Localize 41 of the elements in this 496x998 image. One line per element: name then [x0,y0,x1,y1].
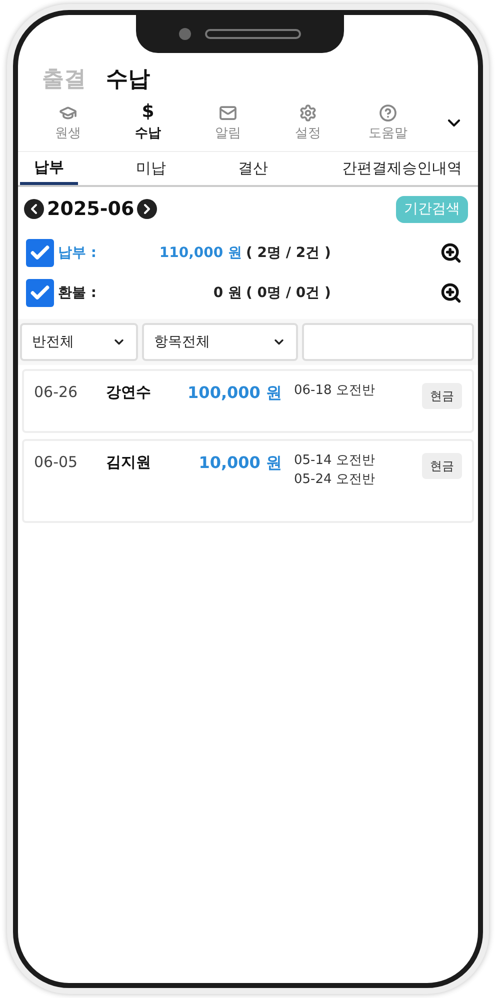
nav-item[interactable]: 설정 [268,104,348,143]
previous-button[interactable] [24,199,44,219]
month-label: 2025-06 [47,196,134,222]
student-name: 김지원 [106,452,152,473]
zoom-in-icon[interactable] [440,242,462,264]
payment-date: 06-26 [34,382,79,403]
summary-label: 환불 : [58,284,98,302]
summary-amount: 110,000 원 [158,244,242,262]
summary-amount: 0 원 [212,284,242,302]
method-badge: 현금 [422,453,462,479]
zoom-in-icon[interactable] [440,282,462,304]
nav-item[interactable]: $ 수납 [108,102,188,143]
sub-tab[interactable]: 결산 [224,152,282,185]
item-select[interactable]: 항목전체 [142,323,298,361]
help-icon [379,104,397,122]
payment-date: 06-05 [34,452,79,473]
class-select[interactable]: 반전체 [20,323,138,361]
payment-item: 05-24 오전반 [294,471,376,489]
method-badge: 현금 [422,383,462,409]
checkbox[interactable] [26,279,54,307]
summary-counts: ( 2명 / 2건 ) [246,244,331,262]
student-name: 강연수 [106,382,152,403]
summary-counts: ( 0명 / 0건 ) [246,284,331,302]
sub-tab[interactable]: 납부 [20,152,78,185]
sub-tab[interactable]: 간편결제승인내역 [328,152,476,185]
dollar-icon: $ [142,102,154,122]
search-field[interactable] [302,323,474,361]
sub-tab[interactable]: 미납 [122,152,180,185]
payment-amount: 10,000 원 [198,452,282,474]
mail-icon [219,104,237,122]
settings-icon [299,104,317,122]
nav-item[interactable]: 도움말 [348,104,428,143]
payment-item: 05-14 오전반 [294,452,376,470]
nav-item[interactable]: 원생 [28,104,108,143]
next-button[interactable] [137,199,158,219]
payment-item: 06-18 오전반 [294,382,376,400]
payment-amount: 100,000 원 [186,382,282,404]
nav-item[interactable]: 알림 [188,104,268,143]
checkbox[interactable] [26,239,54,267]
header-tab[interactable]: 수납 [106,62,150,96]
summary-label: 납부 : [58,244,98,262]
